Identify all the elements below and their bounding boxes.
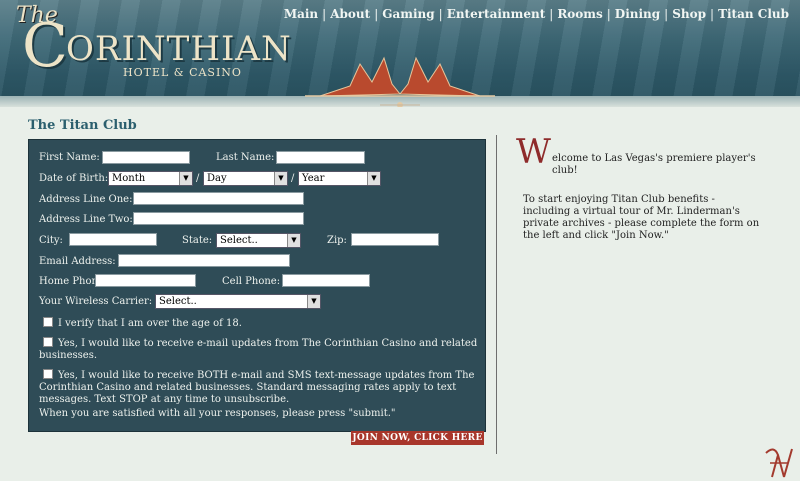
chevron-down-icon: ▼ bbox=[307, 295, 320, 308]
chevron-down-icon: ▼ bbox=[179, 172, 192, 185]
nav-dining[interactable]: Dining bbox=[615, 7, 660, 21]
logo-c: C bbox=[22, 11, 68, 81]
nav-gaming[interactable]: Gaming bbox=[382, 7, 434, 21]
first-name-field[interactable] bbox=[102, 151, 190, 164]
email-updates-label: Yes, I would like to receive e-mail upda… bbox=[39, 338, 478, 361]
join-now-button[interactable]: JOIN NOW, CLICK HERE bbox=[351, 431, 484, 445]
last-name-field[interactable] bbox=[276, 151, 365, 164]
dob-slash-2: / bbox=[291, 173, 295, 184]
address-line-two-label: Address Line Two: bbox=[39, 214, 133, 225]
carrier-value: Select.. bbox=[159, 296, 197, 307]
dob-label: Date of Birth: bbox=[39, 173, 109, 184]
zip-label: Zip: bbox=[327, 235, 347, 246]
city-label: City: bbox=[39, 235, 63, 246]
first-name-label: First Name: bbox=[39, 152, 100, 163]
sms-updates-label: Yes, I would like to receive BOTH e-mail… bbox=[39, 370, 475, 405]
address-line-one-label: Address Line One: bbox=[39, 194, 133, 205]
submit-note: When you are satisfied with all your res… bbox=[39, 408, 396, 419]
dob-day-select[interactable]: Day ▼ bbox=[203, 171, 288, 186]
sunburst-ornament-icon bbox=[305, 56, 495, 107]
verify-age-label: I verify that I am over the age of 18. bbox=[58, 318, 242, 329]
nav-main[interactable]: Main bbox=[284, 7, 318, 21]
nav-rooms[interactable]: Rooms bbox=[557, 7, 602, 21]
state-value: Select.. bbox=[220, 235, 258, 246]
dob-slash-1: / bbox=[196, 173, 200, 184]
drop-cap: W bbox=[516, 132, 551, 172]
last-name-label: Last Name: bbox=[216, 152, 275, 163]
chevron-down-icon: ▼ bbox=[274, 172, 287, 185]
dob-year-select[interactable]: Year ▼ bbox=[298, 171, 381, 186]
address-line-two-field[interactable] bbox=[133, 212, 304, 225]
carrier-label: Your Wireless Carrier: bbox=[39, 296, 153, 307]
email-field[interactable] bbox=[118, 254, 290, 267]
cell-phone-label: Cell Phone: bbox=[222, 276, 281, 287]
signup-form: First Name: Last Name: Date of Birth: Mo… bbox=[28, 139, 486, 432]
cell-phone-field[interactable] bbox=[282, 274, 370, 287]
city-field[interactable] bbox=[69, 233, 157, 246]
dob-month-select[interactable]: Month ▼ bbox=[108, 171, 193, 186]
chevron-down-icon: ▼ bbox=[367, 172, 380, 185]
nav-entertainment[interactable]: Entertainment bbox=[447, 7, 546, 21]
dob-month-value: Month bbox=[112, 173, 146, 184]
chevron-down-icon: ▼ bbox=[287, 234, 300, 247]
zip-field[interactable] bbox=[351, 233, 439, 246]
state-select[interactable]: Select.. ▼ bbox=[216, 233, 301, 248]
carrier-select[interactable]: Select.. ▼ bbox=[155, 294, 321, 309]
dob-year-value: Year bbox=[302, 173, 325, 184]
email-label: Email Address: bbox=[39, 256, 116, 267]
top-nav: Main | About | Gaming | Entertainment | Rooms | Di… bbox=[283, 7, 789, 21]
welcome-line: elcome to Las Vegas's premiere player's … bbox=[552, 153, 756, 176]
home-phone-field[interactable] bbox=[95, 274, 196, 287]
dob-day-value: Day bbox=[207, 173, 227, 184]
page-title: The Titan Club bbox=[28, 118, 137, 133]
nav-titan-club[interactable]: Titan Club bbox=[718, 7, 789, 21]
logo-main: ORINTHIAN bbox=[66, 29, 292, 69]
verify-age-checkbox[interactable] bbox=[43, 317, 53, 327]
welcome-body: To start enjoying Titan Club benefits - … bbox=[523, 194, 760, 241]
state-label: State: bbox=[182, 235, 213, 246]
nav-shop[interactable]: Shop bbox=[672, 7, 706, 21]
header: The C ORINTHIAN HOTEL & CASINO Main | Abou… bbox=[0, 0, 800, 107]
address-line-one-field[interactable] bbox=[133, 192, 304, 205]
nav-about[interactable]: About bbox=[330, 7, 370, 21]
corinthian-monogram-icon bbox=[765, 448, 793, 478]
logo-sub: HOTEL & CASINO bbox=[123, 66, 242, 79]
divider bbox=[496, 135, 497, 454]
